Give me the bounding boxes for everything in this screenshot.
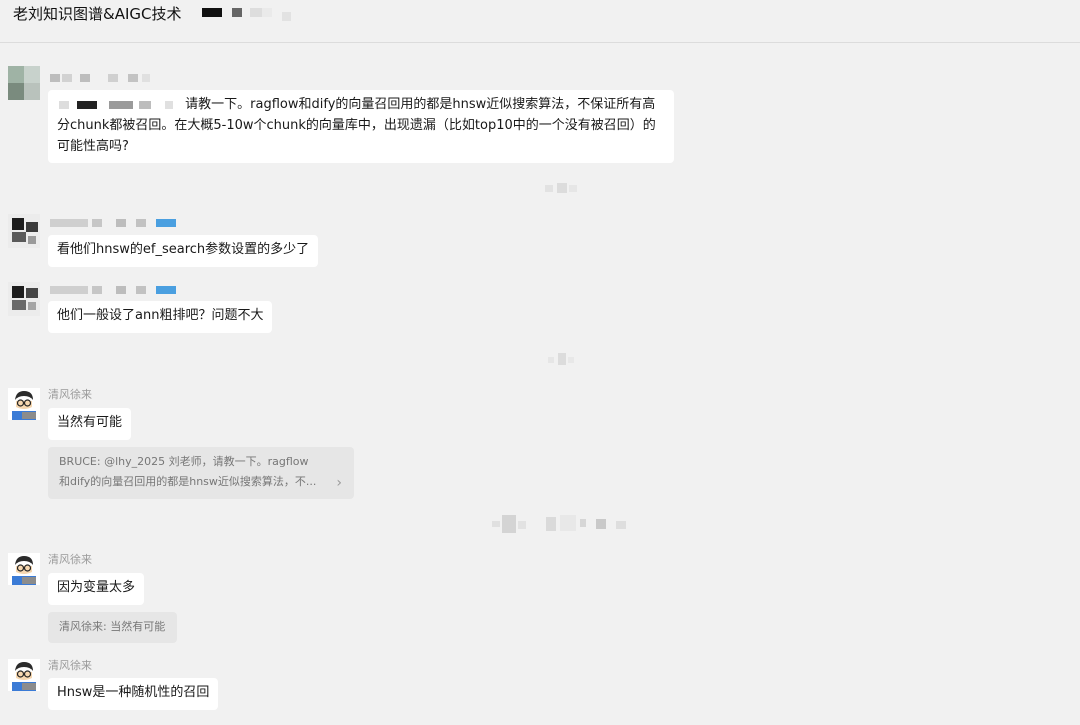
cartoon-avatar-icon — [8, 553, 40, 585]
quoted-text: BRUCE: @lhy_2025 刘老师，请教一下。ragflow和dify的向… — [59, 455, 317, 488]
redacted-sender-name — [50, 284, 180, 296]
redacted-sender-name — [50, 72, 150, 84]
message-text: 因为变量太多 — [57, 580, 136, 595]
sender-name: 清风徐来 — [48, 553, 92, 566]
redacted-timestamp — [492, 515, 632, 533]
message-bubble[interactable]: 当然有可能 — [48, 408, 132, 440]
avatar[interactable] — [8, 659, 40, 691]
redacted-sender-name — [50, 217, 180, 229]
quoted-message[interactable]: 清风徐来: 当然有可能 — [48, 612, 178, 643]
message-text: 他们一般设了ann粗排吧？问题不大 — [57, 308, 264, 323]
message-bubble[interactable]: 他们一般设了ann粗排吧？问题不大 — [48, 301, 273, 333]
cartoon-avatar-icon — [8, 659, 40, 691]
message-bubble[interactable]: Hnsw是一种随机性的召回 — [48, 678, 219, 710]
chevron-right-icon: › — [336, 475, 342, 491]
avatar[interactable] — [8, 214, 40, 248]
redacted-timestamp — [548, 353, 576, 365]
sender-name: 清风徐来 — [48, 388, 92, 401]
avatar[interactable] — [8, 553, 40, 585]
avatar[interactable] — [8, 282, 40, 316]
message-text: 当然有可能 — [57, 415, 123, 430]
message-text: Hnsw是一种随机性的召回 — [57, 685, 210, 700]
quoted-message[interactable]: BRUCE: @lhy_2025 刘老师，请教一下。ragflow和dify的向… — [48, 447, 354, 499]
sender-name: 清风徐来 — [48, 659, 92, 672]
chat-title: 老刘知识图谱&AIGC技术 — [13, 5, 182, 23]
avatar[interactable] — [8, 388, 40, 420]
quoted-text: 清风徐来: 当然有可能 — [59, 620, 166, 633]
message-bubble[interactable]: 请教一下。ragflow和dify的向量召回用的都是hnsw近似搜索算法，不保证… — [48, 90, 674, 163]
avatar[interactable] — [8, 66, 40, 100]
chat-header: 老刘知识图谱&AIGC技术 — [0, 0, 1080, 43]
message-bubble[interactable]: 因为变量太多 — [48, 573, 145, 605]
redacted-timestamp — [545, 183, 580, 193]
message-bubble[interactable]: 看他们hnsw的ef_search参数设置的多少了 — [48, 235, 319, 267]
redacted-mention — [57, 100, 181, 110]
message-text: 看他们hnsw的ef_search参数设置的多少了 — [57, 242, 310, 257]
redacted-header-info — [202, 8, 292, 22]
cartoon-avatar-icon — [8, 388, 40, 420]
